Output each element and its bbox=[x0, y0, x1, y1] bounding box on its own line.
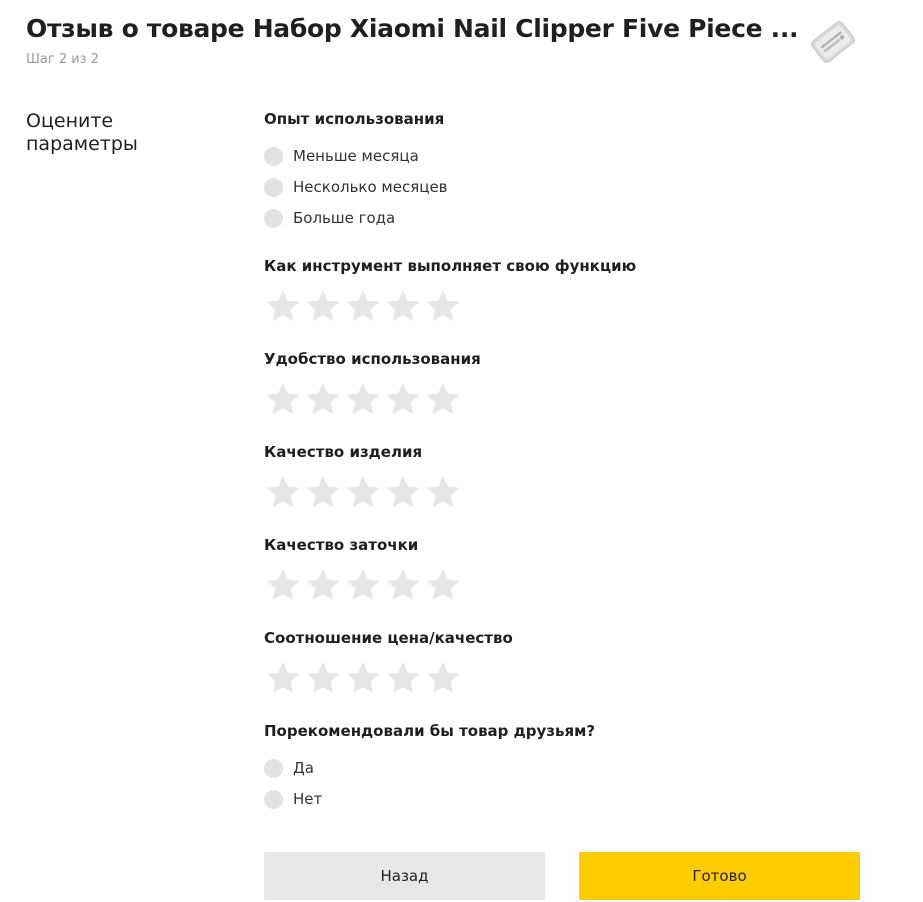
star-icon[interactable] bbox=[424, 660, 462, 696]
rating-function[interactable] bbox=[264, 288, 462, 324]
page-title: Отзыв о товаре Набор Xiaomi Nail Clipper… bbox=[26, 14, 799, 43]
star-icon[interactable] bbox=[384, 660, 422, 696]
star-icon[interactable] bbox=[424, 474, 462, 510]
radio-circle[interactable] bbox=[264, 146, 283, 166]
radio-label: Нет bbox=[293, 790, 323, 808]
star-icon[interactable] bbox=[424, 288, 462, 324]
rating-quality[interactable] bbox=[264, 474, 462, 510]
radio-circle[interactable] bbox=[264, 208, 283, 228]
question-function-title: Как инструмент выполняет свою функцию bbox=[264, 257, 637, 275]
star-icon[interactable] bbox=[264, 474, 302, 510]
radio-circle[interactable] bbox=[264, 789, 283, 809]
question-experience-title: Опыт использования bbox=[264, 110, 445, 128]
star-icon[interactable] bbox=[304, 474, 342, 510]
radio-experience-more-year[interactable]: Больше года bbox=[264, 207, 395, 229]
question-recommend-title: Порекомендовали бы товар друзьям? bbox=[264, 722, 596, 740]
star-icon[interactable] bbox=[344, 567, 382, 603]
star-icon[interactable] bbox=[304, 288, 342, 324]
star-icon[interactable] bbox=[264, 288, 302, 324]
star-icon[interactable] bbox=[384, 288, 422, 324]
star-icon[interactable] bbox=[384, 381, 422, 417]
question-quality-title: Качество изделия bbox=[264, 443, 423, 461]
product-thumbnail bbox=[805, 14, 861, 70]
review-form-page: Отзыв о товаре Набор Xiaomi Nail Clipper… bbox=[0, 0, 923, 902]
done-button[interactable]: Готово bbox=[579, 852, 860, 900]
radio-label: Больше года bbox=[293, 209, 396, 227]
radio-circle[interactable] bbox=[264, 177, 283, 197]
star-icon[interactable] bbox=[384, 567, 422, 603]
radio-experience-few-months[interactable]: Несколько месяцев bbox=[264, 176, 448, 198]
rating-sharpening[interactable] bbox=[264, 567, 462, 603]
question-sharpening-title: Качество заточки bbox=[264, 536, 419, 554]
question-usability-title: Удобство использования bbox=[264, 350, 481, 368]
section-label: Оцените параметры bbox=[26, 110, 138, 155]
rating-price-quality[interactable] bbox=[264, 660, 462, 696]
star-icon[interactable] bbox=[304, 381, 342, 417]
star-icon[interactable] bbox=[264, 381, 302, 417]
rating-usability[interactable] bbox=[264, 381, 462, 417]
star-icon[interactable] bbox=[264, 660, 302, 696]
radio-experience-less-month[interactable]: Меньше месяца bbox=[264, 145, 419, 167]
star-icon[interactable] bbox=[424, 567, 462, 603]
star-icon[interactable] bbox=[344, 381, 382, 417]
radio-recommend-yes[interactable]: Да bbox=[264, 757, 314, 779]
step-indicator: Шаг 2 из 2 bbox=[26, 52, 99, 67]
star-icon[interactable] bbox=[344, 660, 382, 696]
star-icon[interactable] bbox=[264, 567, 302, 603]
star-icon[interactable] bbox=[304, 567, 342, 603]
radio-circle[interactable] bbox=[264, 758, 283, 778]
radio-label: Меньше месяца bbox=[293, 147, 419, 165]
question-price-quality-title: Соотношение цена/качество bbox=[264, 629, 513, 647]
star-icon[interactable] bbox=[424, 381, 462, 417]
back-button[interactable]: Назад bbox=[264, 852, 545, 900]
star-icon[interactable] bbox=[344, 288, 382, 324]
star-icon[interactable] bbox=[344, 474, 382, 510]
star-icon[interactable] bbox=[304, 660, 342, 696]
star-icon[interactable] bbox=[384, 474, 422, 510]
radio-recommend-no[interactable]: Нет bbox=[264, 788, 322, 810]
radio-label: Да bbox=[293, 759, 314, 777]
radio-label: Несколько месяцев bbox=[293, 178, 448, 196]
